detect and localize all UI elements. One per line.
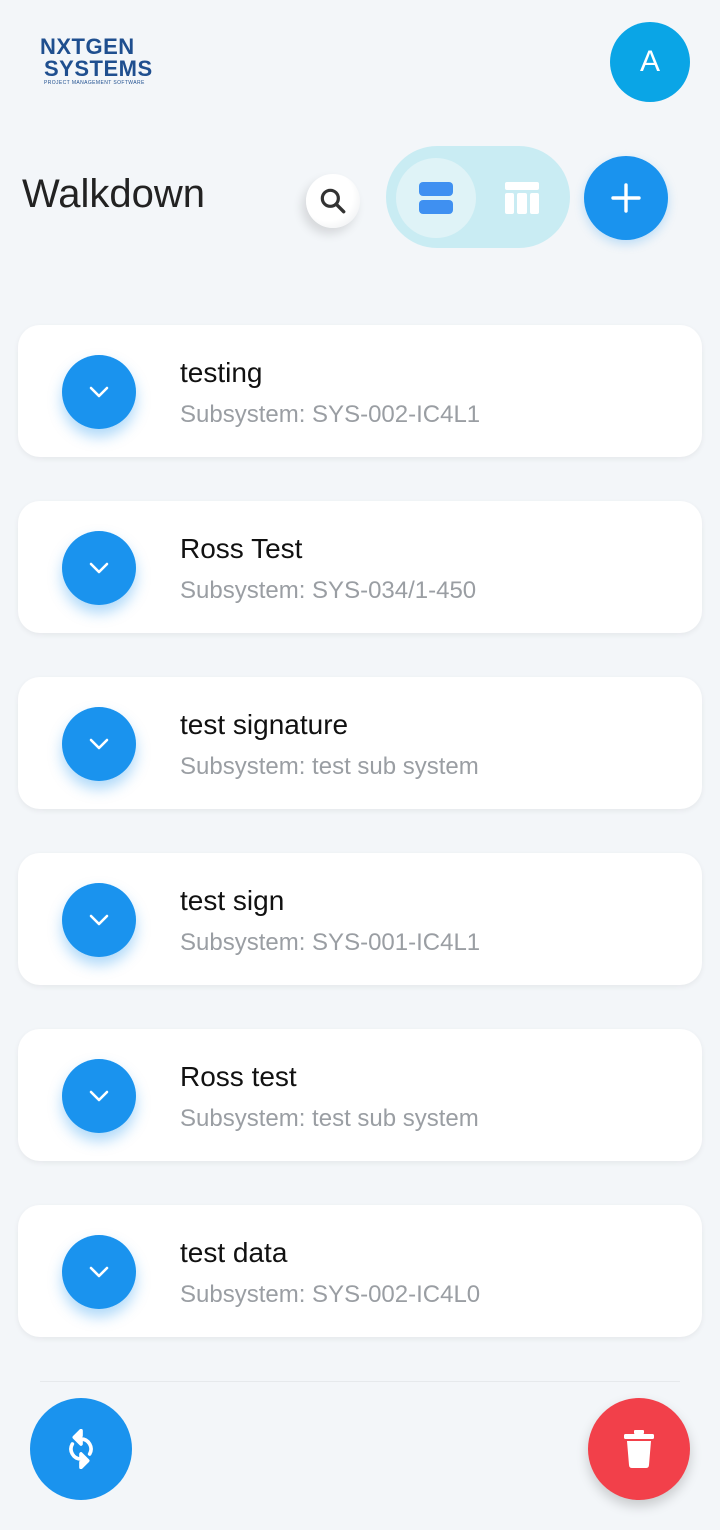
chevron-down-icon bbox=[89, 738, 109, 750]
expand-button[interactable] bbox=[62, 1059, 136, 1133]
walkdown-card[interactable]: test signature Subsystem: test sub syste… bbox=[18, 677, 702, 809]
chevron-down-icon bbox=[89, 386, 109, 398]
view-table-icon bbox=[505, 182, 539, 214]
footer-divider bbox=[40, 1381, 680, 1382]
view-list-button[interactable] bbox=[396, 158, 476, 238]
view-table-button[interactable] bbox=[482, 158, 562, 238]
view-toggle bbox=[386, 146, 570, 248]
walkdown-card[interactable]: test data Subsystem: SYS-002-IC4L0 bbox=[18, 1205, 702, 1337]
walkdown-title: Ross Test bbox=[180, 533, 303, 564]
walkdown-card[interactable]: testing Subsystem: SYS-002-IC4L1 bbox=[18, 325, 702, 457]
walkdown-subsystem: Subsystem: test sub system bbox=[180, 1105, 479, 1132]
walkdown-subsystem: Subsystem: SYS-034/1-450 bbox=[180, 577, 477, 604]
avatar-initial: A bbox=[639, 45, 660, 78]
avatar[interactable]: A bbox=[610, 22, 690, 102]
chevron-down-icon bbox=[89, 914, 109, 926]
expand-button[interactable] bbox=[62, 1235, 136, 1309]
expand-button[interactable] bbox=[62, 355, 136, 429]
walkdown-subsystem: Subsystem: SYS-001-IC4L1 bbox=[180, 929, 481, 956]
trash-icon bbox=[624, 1430, 654, 1468]
sync-button[interactable] bbox=[30, 1398, 132, 1500]
walkdown-card[interactable]: test sign Subsystem: SYS-001-IC4L1 bbox=[18, 853, 702, 985]
sync-icon bbox=[69, 1429, 93, 1469]
nxtgen-logo: NXTGEN SYSTEMS PROJECT MANAGEMENT SOFTWA… bbox=[38, 34, 178, 88]
logo-line2: SYSTEMS bbox=[44, 56, 153, 81]
chevron-down-icon bbox=[89, 1266, 109, 1278]
walkdown-title: test sign bbox=[180, 885, 285, 916]
expand-button[interactable] bbox=[62, 883, 136, 957]
expand-button[interactable] bbox=[62, 707, 136, 781]
chevron-down-icon bbox=[89, 1090, 109, 1102]
add-walkdown-button[interactable] bbox=[584, 156, 668, 240]
chevron-down-icon bbox=[89, 562, 109, 574]
walkdown-title: testing bbox=[180, 357, 263, 388]
walkdown-title: test data bbox=[180, 1237, 288, 1268]
walkdown-list: testing Subsystem: SYS-002-IC4L1 Ross Te… bbox=[18, 325, 702, 1381]
view-list-icon bbox=[419, 182, 453, 214]
logo-line1: NXTGEN bbox=[40, 34, 135, 59]
walkdown-card[interactable]: Ross test Subsystem: test sub system bbox=[18, 1029, 702, 1161]
delete-button[interactable] bbox=[588, 1398, 690, 1500]
walkdown-card[interactable]: Ross Test Subsystem: SYS-034/1-450 bbox=[18, 501, 702, 633]
search-button[interactable] bbox=[306, 174, 360, 228]
walkdown-subsystem: Subsystem: SYS-002-IC4L0 bbox=[180, 1281, 481, 1308]
walkdown-title: Ross test bbox=[180, 1061, 297, 1092]
walkdown-subsystem: Subsystem: SYS-002-IC4L1 bbox=[180, 401, 481, 428]
logo-tagline: PROJECT MANAGEMENT SOFTWARE bbox=[44, 80, 145, 86]
search-icon bbox=[320, 188, 346, 214]
walkdown-subsystem: Subsystem: test sub system bbox=[180, 753, 479, 780]
walkdown-title: test signature bbox=[180, 709, 349, 740]
page-title: Walkdown bbox=[22, 172, 206, 216]
expand-button[interactable] bbox=[62, 531, 136, 605]
plus-icon bbox=[611, 183, 641, 213]
